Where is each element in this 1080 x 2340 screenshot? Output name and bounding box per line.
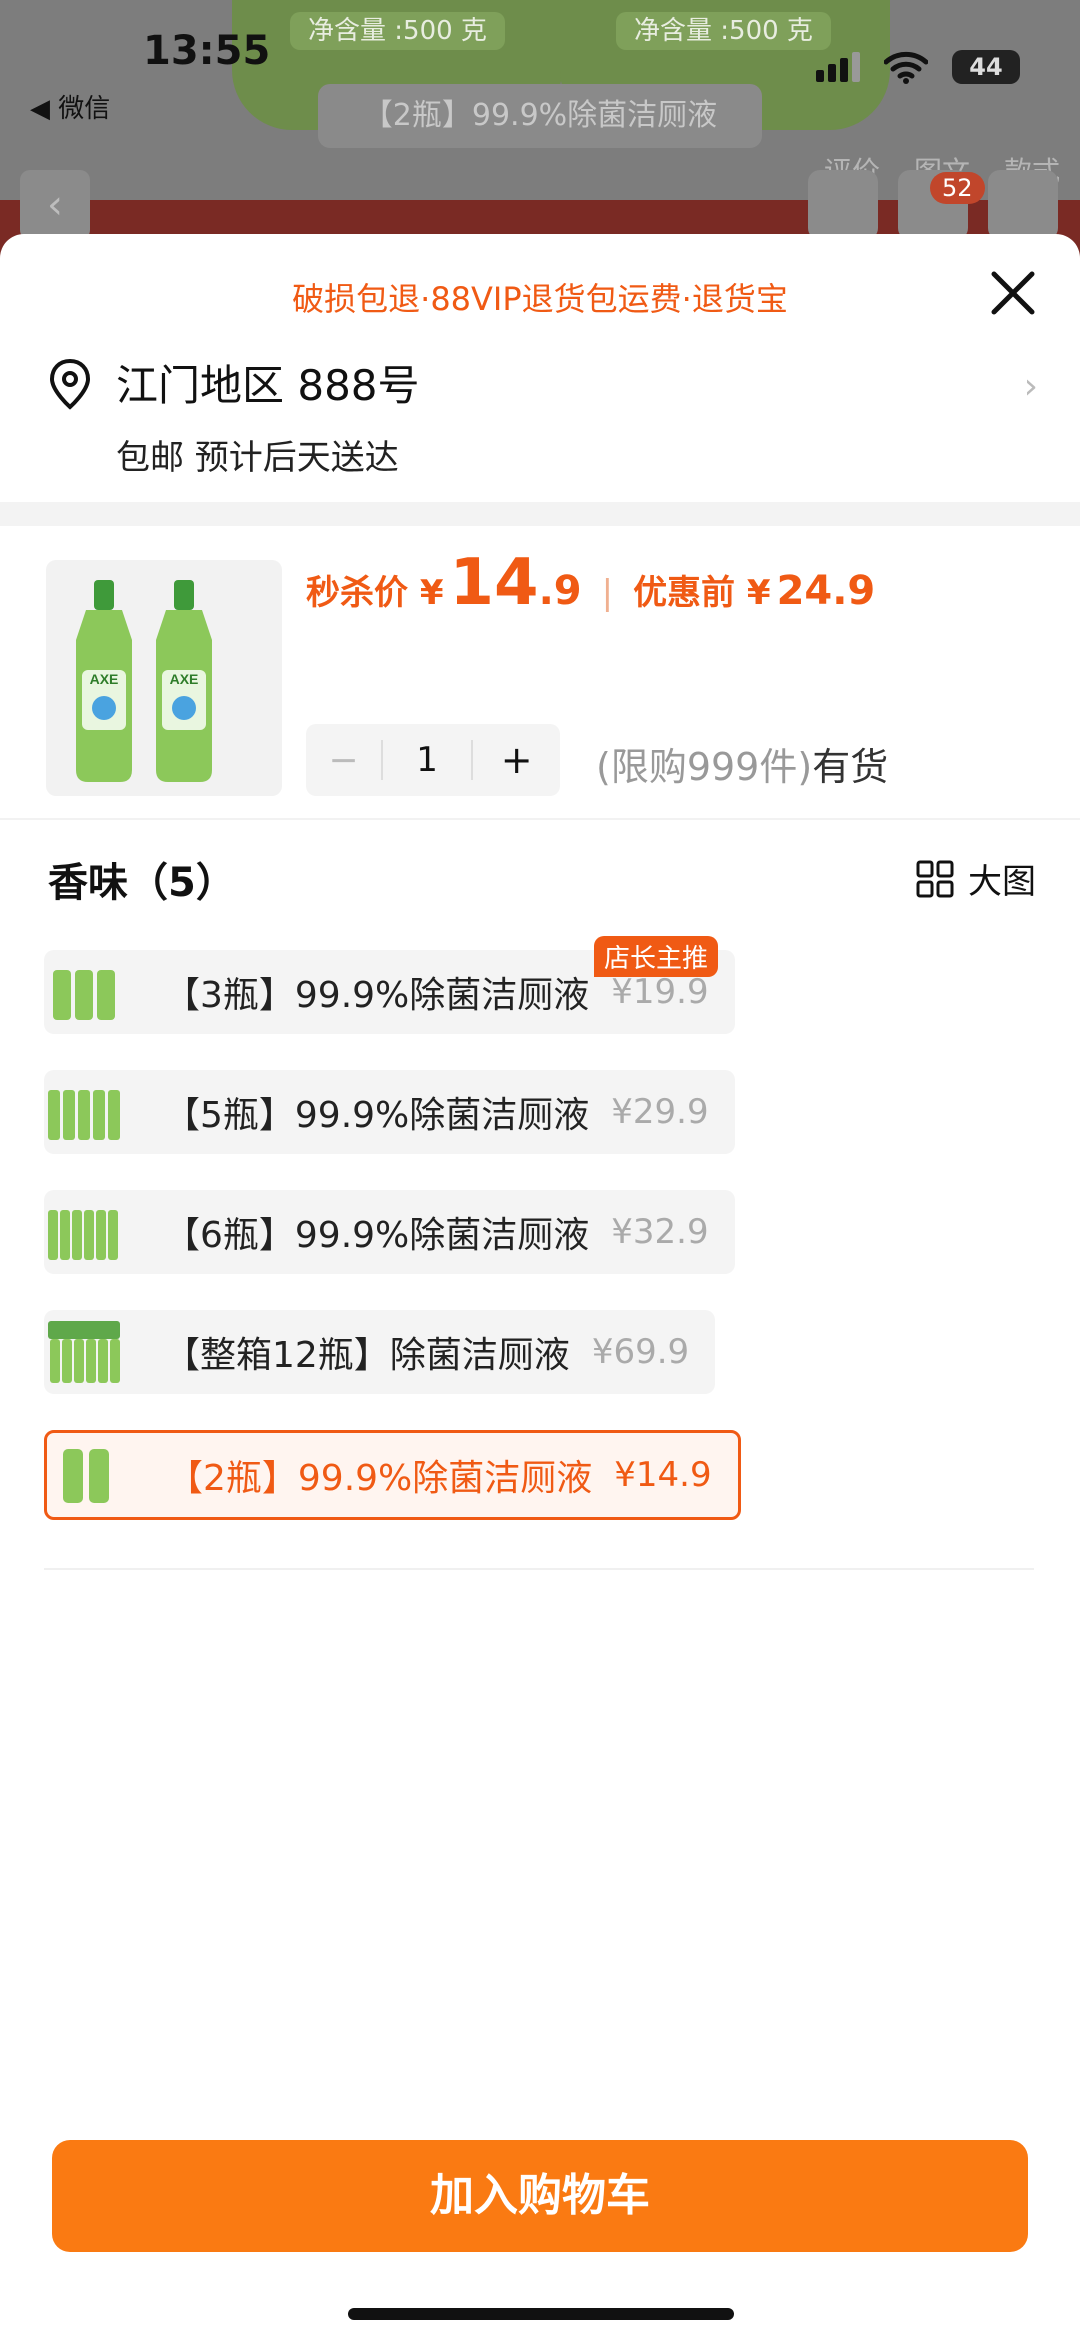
price-integer: 14 — [449, 546, 539, 620]
option-price: ¥32.9 — [611, 1212, 709, 1252]
option-label: 【3瓶】99.9%除菌洁厕液 — [164, 975, 590, 1016]
status-icons: 44 — [816, 50, 1020, 84]
quantity-stepper[interactable]: − 1 + — [306, 724, 560, 796]
price-separator: | — [601, 573, 614, 613]
option-price: ¥19.9 — [611, 972, 709, 1012]
option-price: ¥29.9 — [611, 1092, 709, 1132]
status-bar: 13:55 ◀ 微信 44 — [0, 0, 1080, 124]
section-divider — [0, 502, 1080, 526]
share-icon — [808, 170, 878, 240]
background-back-icon: ‹ — [20, 170, 90, 240]
service-promo-text: 破损包退·88VIP退货包运费·退货宝 — [292, 280, 788, 318]
recommended-badge: 店长主推 — [594, 936, 719, 977]
purchase-limit: (限购999件) — [596, 745, 813, 789]
option-thumbnail — [44, 950, 124, 1034]
cart-count-badge: 52 — [930, 172, 985, 204]
scent-option[interactable]: 【整箱12瓶】除菌洁厕液 ¥69.9 — [44, 1310, 716, 1394]
close-icon[interactable] — [984, 264, 1042, 322]
bottle-image: AXE — [76, 580, 132, 782]
big-view-toggle[interactable]: 大图 — [916, 854, 1036, 903]
wifi-icon — [884, 50, 928, 84]
battery-icon: 44 — [952, 50, 1020, 84]
scent-option-selected[interactable]: 【2瓶】99.9%除菌洁厕液 ¥14.9 — [44, 1430, 741, 1520]
increase-quantity-button[interactable]: + — [473, 738, 560, 782]
svg-text:AXE: AXE — [170, 671, 199, 687]
back-to-app-link[interactable]: ◀ 微信 — [30, 88, 110, 125]
section-divider — [0, 818, 1080, 820]
quantity-value[interactable]: 1 — [380, 740, 474, 780]
location-pin-icon — [48, 358, 92, 414]
sku-selector-sheet: 破损包退·88VIP退货包运费·退货宝 江门地区 888号 › 包邮 预计后天送… — [0, 234, 1080, 2340]
option-label: 【2瓶】99.9%除菌洁厕液 — [167, 1458, 593, 1499]
original-price-value: 24.9 — [776, 568, 876, 614]
scent-option[interactable]: 【6瓶】99.9%除菌洁厕液 ¥32.9 — [44, 1190, 735, 1274]
option-thumbnail — [44, 1070, 124, 1154]
chevron-right-icon: › — [1023, 366, 1038, 407]
price-decimal: .9 — [538, 568, 582, 614]
option-price: ¥14.9 — [614, 1455, 712, 1495]
option-thumbnail — [44, 1190, 124, 1274]
address-selector[interactable]: 江门地区 888号 › — [48, 352, 1038, 422]
price-info: 秒杀价 ¥ 14 .9 | 优惠前 ¥ 24.9 — [306, 546, 875, 620]
home-indicator[interactable] — [348, 2308, 734, 2320]
product-thumbnail[interactable]: AXE AXE — [46, 560, 282, 796]
shipping-estimate: 包邮 预计后天送达 — [116, 438, 399, 478]
scent-option[interactable]: 【5瓶】99.9%除菌洁厕液 ¥29.9 — [44, 1070, 735, 1154]
big-view-label: 大图 — [968, 862, 1036, 902]
option-label: 【5瓶】99.9%除菌洁厕液 — [164, 1095, 590, 1136]
option-price: ¥69.9 — [591, 1332, 690, 1372]
status-time: 13:55 — [143, 28, 271, 74]
scent-section-title: 香味（5） — [48, 860, 236, 906]
option-label: 【6瓶】99.9%除菌洁厕液 — [164, 1215, 590, 1256]
add-to-cart-button[interactable]: 加入购物车 — [52, 2140, 1028, 2252]
decrease-quantity-button[interactable]: − — [306, 740, 381, 781]
stock-info: (限购999件)有货 — [596, 736, 888, 791]
section-divider — [44, 1568, 1034, 1570]
original-price-label: 优惠前 ¥ — [633, 573, 771, 613]
option-thumbnail — [47, 1433, 127, 1517]
svg-text:AXE: AXE — [90, 671, 119, 687]
grid-icon — [916, 860, 954, 897]
flash-sale-label: 秒杀价 ¥ — [306, 573, 444, 613]
bottle-image: AXE — [156, 580, 212, 782]
stock-status: 有货 — [812, 745, 889, 789]
cellular-signal-icon — [816, 52, 860, 82]
option-label: 【整箱12瓶】除菌洁厕液 — [164, 1335, 570, 1376]
more-icon — [988, 170, 1058, 240]
option-thumbnail — [44, 1310, 124, 1394]
address-text: 江门地区 888号 — [116, 361, 420, 410]
